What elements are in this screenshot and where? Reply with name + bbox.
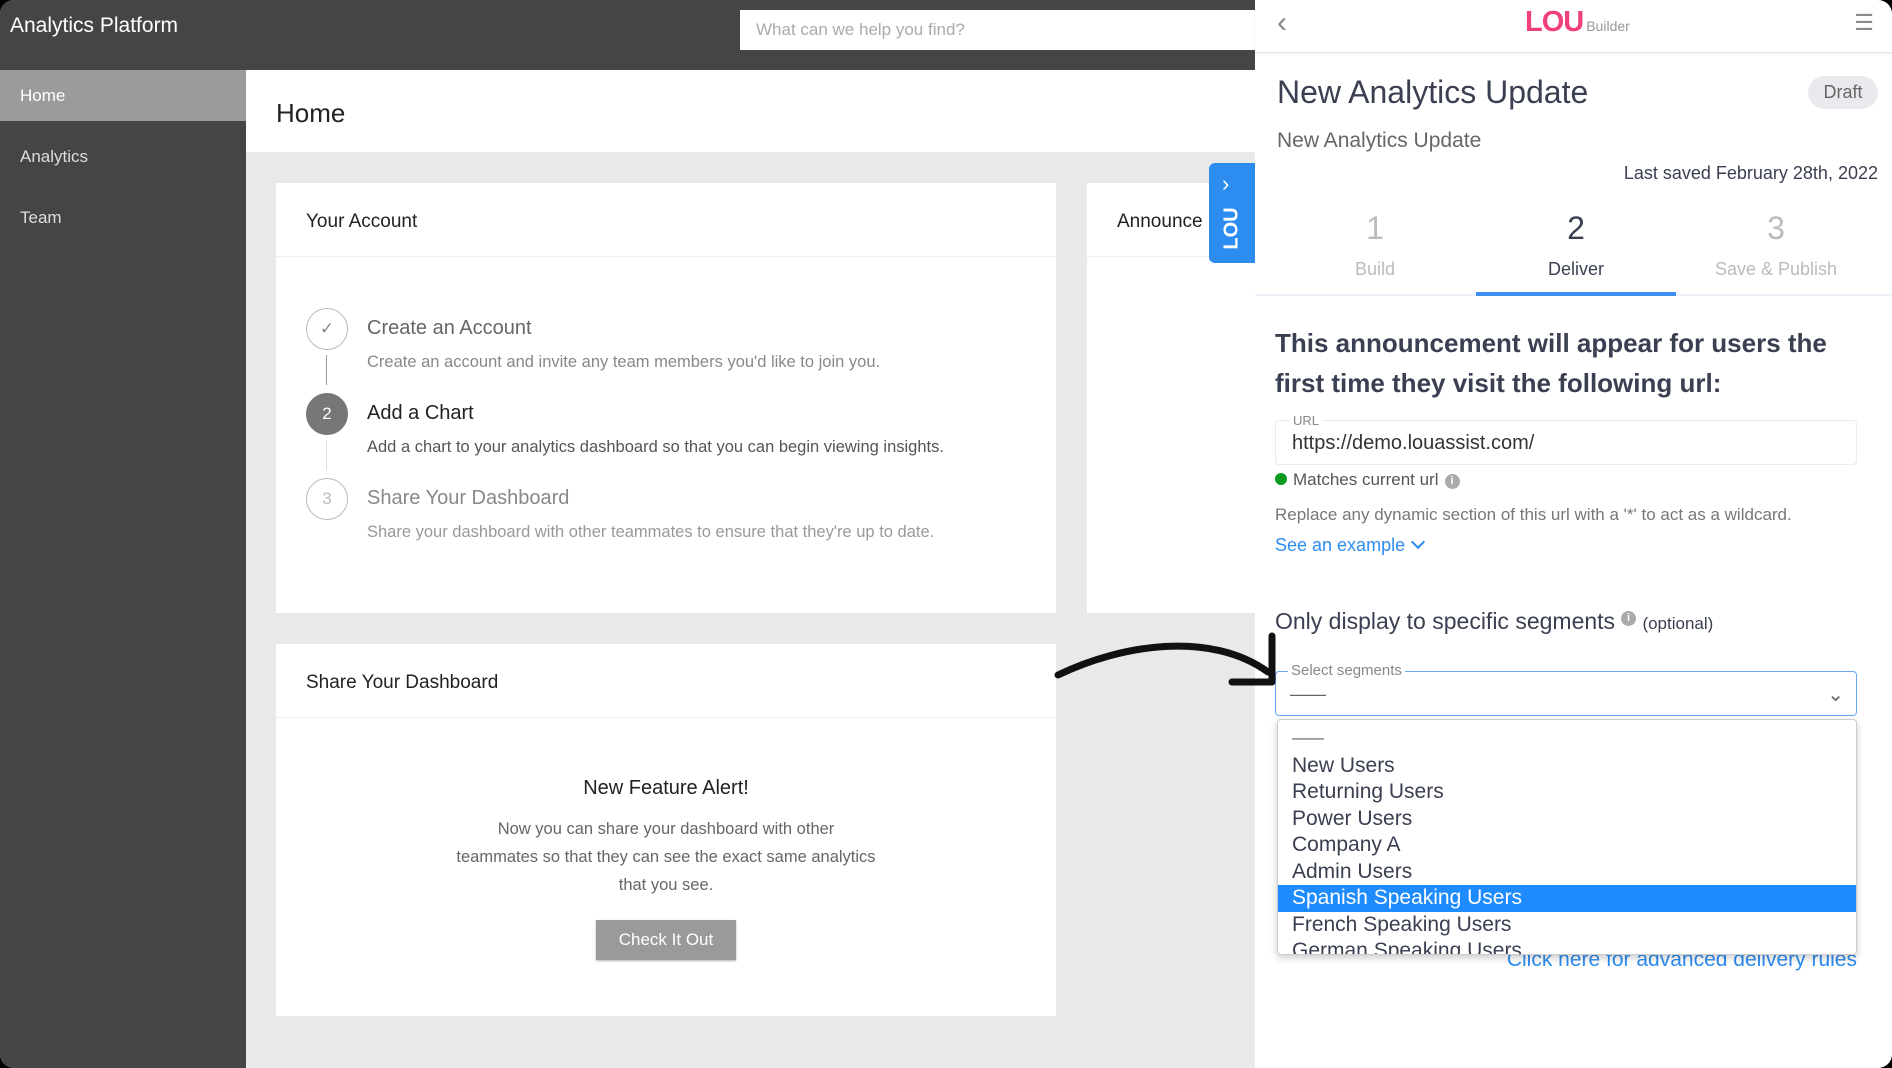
- step-description: Share your dashboard with other teammate…: [367, 523, 935, 541]
- step-title: Share Your Dashboard: [367, 487, 570, 509]
- panel-header: ‹ LOU Builder ☰: [1255, 0, 1892, 53]
- option-spanish-speaking-users[interactable]: Spanish Speaking Users: [1278, 885, 1856, 912]
- tab-deliver[interactable]: 2 Deliver: [1476, 210, 1676, 296]
- option-german-speaking-users[interactable]: German Speaking Users: [1278, 938, 1856, 954]
- sidebar-item-home[interactable]: Home: [0, 70, 246, 121]
- check-it-out-button[interactable]: Check It Out: [596, 920, 736, 960]
- search-input[interactable]: [740, 10, 1270, 50]
- url-match-status: Matches current url i: [1275, 470, 1460, 490]
- wildcard-help: Replace any dynamic section of this url …: [1275, 505, 1792, 524]
- url-input[interactable]: [1292, 432, 1832, 455]
- status-badge: Draft: [1808, 76, 1878, 109]
- screen: Analytics Platform Home Analytics Team H…: [0, 0, 1892, 1068]
- step-description: Add a chart to your analytics dashboard …: [367, 438, 944, 456]
- option-power-users[interactable]: Power Users: [1278, 806, 1856, 833]
- lou-builder-panel: ‹ LOU Builder ☰ New Analytics Update Draf…: [1255, 0, 1892, 1068]
- url-field[interactable]: URL: [1275, 413, 1857, 465]
- step-title: Add a Chart: [367, 402, 474, 424]
- option-french-speaking-users[interactable]: French Speaking Users: [1278, 912, 1856, 939]
- info-icon[interactable]: i: [1621, 611, 1637, 626]
- menu-icon[interactable]: ☰: [1854, 10, 1874, 36]
- sidebar-item-team[interactable]: Team: [0, 192, 246, 243]
- announcement-subtitle: New Analytics Update: [1277, 129, 1482, 152]
- card-title: Your Account: [276, 183, 1056, 257]
- check-icon: ✓: [306, 308, 348, 350]
- app-title: Analytics Platform: [10, 14, 179, 37]
- last-saved: Last saved February 28th, 2022: [1623, 163, 1878, 183]
- option-company-a[interactable]: Company A: [1278, 832, 1856, 859]
- tab-build[interactable]: 1 Build: [1275, 210, 1475, 280]
- status-dot-icon: [1275, 473, 1287, 485]
- your-account-card: Your Account ✓ Create an Account Create …: [276, 183, 1056, 613]
- step-tabs: 1 Build 2 Deliver 3 Save & Publish: [1255, 210, 1892, 296]
- delivery-heading: This announcement will appear for users …: [1275, 328, 1827, 398]
- option-new-users[interactable]: New Users: [1278, 753, 1856, 780]
- lou-logo: LOU Builder: [1525, 6, 1630, 38]
- lou-tab[interactable]: › LOU: [1209, 163, 1255, 263]
- feature-line: teammates so that they can see the exact…: [456, 848, 876, 866]
- share-dashboard-card: Share Your Dashboard New Feature Alert! …: [276, 644, 1056, 1016]
- back-icon[interactable]: ‹: [1277, 6, 1287, 40]
- step-connector: [326, 440, 327, 470]
- segments-select[interactable]: Select segments —— ⌄: [1275, 662, 1857, 716]
- option-none[interactable]: ——: [1278, 726, 1856, 753]
- sidebar: Home Analytics Team: [0, 70, 246, 1068]
- announcement-title: New Analytics Update: [1277, 74, 1589, 110]
- page-header: Home: [246, 70, 1256, 152]
- chevron-right-icon: ›: [1222, 171, 1230, 196]
- lou-tab-label: LOU: [1220, 207, 1243, 250]
- sidebar-item-analytics[interactable]: Analytics: [0, 131, 246, 182]
- option-admin-users[interactable]: Admin Users: [1278, 859, 1856, 886]
- chevron-down-icon: ⌄: [1827, 684, 1844, 706]
- option-returning-users[interactable]: Returning Users: [1278, 779, 1856, 806]
- card-title: Share Your Dashboard: [276, 644, 1056, 718]
- chevron-down-icon: [1411, 534, 1426, 550]
- segments-dropdown: —— New Users Returning Users Power Users…: [1277, 719, 1857, 955]
- feature-line: that you see.: [618, 876, 714, 894]
- step-connector: [326, 355, 327, 385]
- feature-title: New Feature Alert!: [583, 777, 749, 799]
- info-icon[interactable]: i: [1444, 474, 1460, 489]
- step-title: Create an Account: [367, 317, 532, 339]
- segments-heading: Only display to specific segments i (opti…: [1275, 608, 1714, 634]
- url-label: URL: [1290, 413, 1323, 428]
- tab-save-publish[interactable]: 3 Save & Publish: [1676, 210, 1876, 280]
- page-title: Home: [276, 98, 346, 128]
- select-value: ——: [1290, 684, 1326, 704]
- feature-line: Now you can share your dashboard with ot…: [497, 820, 835, 838]
- see-example-link[interactable]: See an example: [1275, 534, 1426, 556]
- step-number: 2: [306, 393, 348, 435]
- step-description: Create an account and invite any team me…: [367, 353, 881, 371]
- step-number: 3: [306, 478, 348, 520]
- select-label: Select segments: [1288, 662, 1405, 679]
